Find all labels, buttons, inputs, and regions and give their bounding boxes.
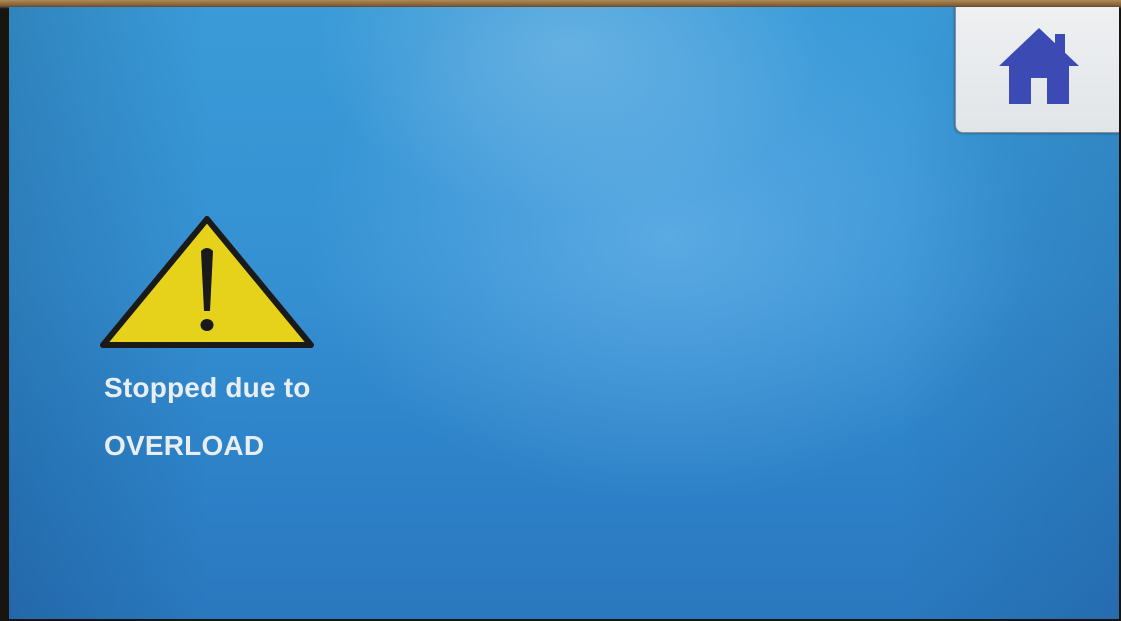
touch-screen: Stopped due to OVERLOAD: [9, 7, 1119, 619]
home-icon: [999, 28, 1079, 104]
message-line-2: OVERLOAD: [104, 430, 265, 461]
message-line-1: Stopped due to: [104, 372, 311, 403]
home-button[interactable]: [955, 7, 1119, 133]
warning-triangle-icon: [100, 216, 314, 348]
overload-message: Stopped due to OVERLOAD: [104, 359, 311, 475]
